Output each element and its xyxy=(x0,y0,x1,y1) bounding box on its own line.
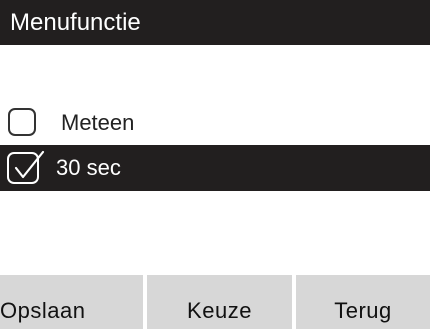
checkbox-unchecked-icon[interactable] xyxy=(8,108,36,136)
softkey-bar: Opslaan Keuze Terug xyxy=(0,275,430,329)
menu-title-bar: Menufunctie xyxy=(0,0,430,45)
checkbox-checked-icon[interactable] xyxy=(7,150,45,184)
option-label: Meteen xyxy=(61,110,135,135)
save-button[interactable]: Opslaan xyxy=(0,275,143,329)
option-label: 30 sec xyxy=(56,155,121,180)
back-button[interactable]: Terug xyxy=(296,275,430,329)
select-button[interactable]: Keuze xyxy=(147,275,292,329)
option-30-sec[interactable]: 30 sec xyxy=(0,145,430,191)
option-meteen[interactable]: Meteen xyxy=(0,100,430,146)
page-title: Menufunctie xyxy=(10,9,141,36)
